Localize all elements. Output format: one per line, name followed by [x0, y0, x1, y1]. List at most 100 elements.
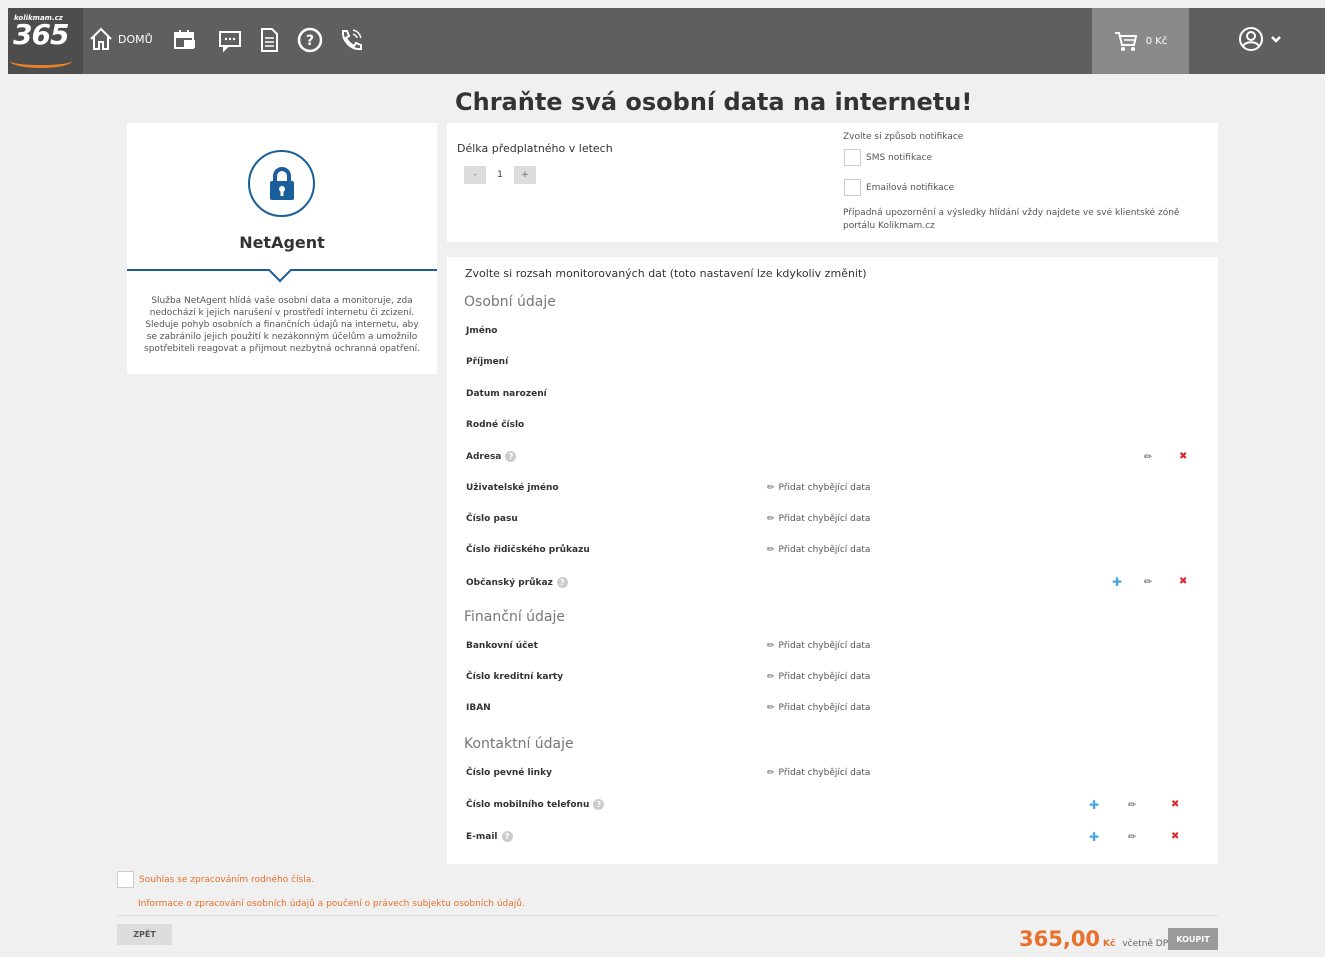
add-missing-label: Přidat chybějící data — [778, 768, 871, 778]
delete-icon[interactable]: ✖ — [1179, 451, 1187, 462]
pencil-add-icon: ✏ — [767, 672, 775, 682]
sms-label: SMS notifikace — [866, 152, 933, 163]
row-datum: Datum narození — [466, 389, 547, 399]
section-contact: Kontaktní údaje — [464, 736, 574, 752]
years-stepper: - 1 + — [464, 166, 536, 184]
price: 365,00 Kč včetně DPH — [1019, 927, 1175, 951]
pencil-add-icon: ✏ — [767, 768, 775, 778]
years-value[interactable]: 1 — [486, 166, 514, 184]
row-jmeno-label: Jméno — [466, 326, 498, 336]
calendar-icon[interactable] — [171, 26, 199, 54]
add-missing-link[interactable]: ✏ Přidat chybějící data — [767, 768, 870, 778]
logo[interactable]: kolikmam.cz 365 — [8, 8, 83, 74]
top-navigation-bar: kolikmam.cz 365 DOMŮ ? 0 Kč — [8, 8, 1325, 74]
help-icon[interactable]: ? — [501, 831, 513, 842]
help-icon[interactable]: ? — [593, 799, 605, 810]
row-adresa: Adresa? — [466, 451, 517, 462]
row-mobil-label: Číslo mobilního telefonu — [466, 799, 590, 810]
delete-icon[interactable]: ✖ — [1171, 831, 1179, 842]
footer-divider — [117, 915, 1218, 916]
chat-icon[interactable] — [216, 26, 244, 54]
scope-label: Zvolte si rozsah monitorovaných dat (tot… — [465, 267, 867, 280]
add-missing-label: Přidat chybějící data — [778, 703, 871, 713]
increment-button[interactable]: + — [514, 166, 536, 184]
help-icon[interactable]: ? — [296, 26, 324, 54]
sms-checkbox[interactable] — [844, 149, 861, 166]
add-missing-link[interactable]: ✏ Přidat chybějící data — [767, 672, 870, 682]
divider-caret — [268, 259, 292, 283]
cart-button[interactable]: 0 Kč — [1092, 8, 1189, 74]
monitored-data-card: Zvolte si rozsah monitorovaných dat (tot… — [447, 257, 1218, 864]
edit-icon[interactable]: ✏ — [1128, 800, 1136, 811]
add-missing-link[interactable]: ✏ Přidat chybějící data — [767, 703, 870, 713]
row-uziv: Uživatelské jméno — [466, 483, 559, 493]
product-description: Služba NetAgent hlídá vaše osobní data a… — [144, 296, 420, 354]
back-button[interactable]: ZPĚT — [117, 924, 172, 945]
add-missing-link[interactable]: ✏ Přidat chybějící data — [767, 641, 870, 651]
chevron-down-icon — [1271, 36, 1281, 43]
row-pas-label: Číslo pasu — [466, 514, 518, 524]
row-karta-label: Číslo kreditní karty — [466, 672, 564, 682]
edit-icon[interactable]: ✏ — [1144, 452, 1152, 463]
row-uziv-label: Uživatelské jméno — [466, 483, 559, 493]
svg-text:?: ? — [306, 33, 314, 49]
pencil-add-icon: ✏ — [767, 514, 775, 524]
add-missing-link[interactable]: ✏ Přidat chybějící data — [767, 545, 870, 555]
document-icon[interactable] — [255, 26, 283, 54]
home-icon — [90, 27, 112, 50]
phone-icon[interactable] — [337, 26, 365, 54]
lock-icon — [269, 166, 294, 200]
product-name: NetAgent — [239, 233, 325, 252]
delete-icon[interactable]: ✖ — [1179, 576, 1187, 587]
row-iban-label: IBAN — [466, 703, 491, 713]
consent-checkbox[interactable] — [117, 871, 134, 888]
pencil-add-icon: ✏ — [767, 703, 775, 713]
row-adresa-label: Adresa — [466, 451, 502, 462]
add-missing-link[interactable]: ✏ Přidat chybějící data — [767, 483, 870, 493]
row-rodne-label: Rodné číslo — [466, 420, 525, 430]
row-ridic-label: Číslo řidičského průkazu — [466, 545, 590, 555]
pencil-add-icon: ✏ — [767, 545, 775, 555]
lock-badge — [248, 150, 315, 217]
logo-number: 365 — [13, 18, 69, 51]
email-label: Emailová notifikace — [866, 182, 955, 193]
pencil-add-icon: ✏ — [767, 483, 775, 493]
row-email: E-mail? — [466, 831, 513, 842]
edit-icon[interactable]: ✏ — [1128, 832, 1136, 843]
decrement-button[interactable]: - — [464, 166, 486, 184]
user-menu[interactable] — [1238, 26, 1282, 52]
sms-notification-option[interactable]: SMS notifikace — [844, 149, 932, 166]
nav-home[interactable]: DOMŮ — [88, 26, 153, 52]
add-icon[interactable]: ✚ — [1089, 798, 1099, 812]
consent-option[interactable]: Souhlas se zpracováním rodného čísla. — [117, 871, 314, 888]
row-pevna: Číslo pevné linky — [466, 768, 552, 778]
price-currency: Kč — [1103, 939, 1116, 949]
notification-label: Zvolte si způsob notifikace — [843, 132, 964, 142]
row-banka: Bankovní účet — [466, 641, 538, 651]
buy-button[interactable]: KOUPIT — [1168, 928, 1218, 950]
section-personal: Osobní údaje — [464, 294, 556, 310]
row-mobil: Číslo mobilního telefonu? — [466, 799, 605, 810]
user-icon — [1239, 27, 1263, 51]
help-icon[interactable]: ? — [556, 577, 568, 588]
add-icon[interactable]: ✚ — [1089, 830, 1099, 844]
help-icon[interactable]: ? — [505, 451, 517, 462]
privacy-info-link[interactable]: Informace o zpracování osobních údajů a … — [138, 899, 525, 909]
row-jmeno: Jméno — [466, 326, 497, 336]
add-icon[interactable]: ✚ — [1112, 575, 1122, 589]
delete-icon[interactable]: ✖ — [1171, 799, 1179, 810]
row-rodne: Rodné číslo — [466, 420, 524, 430]
email-notification-option[interactable]: Emailová notifikace — [844, 179, 954, 196]
logo-swoosh — [10, 54, 72, 68]
cart-icon — [1114, 32, 1137, 51]
row-prijmeni: Příjmení — [466, 357, 508, 367]
add-missing-label: Přidat chybějící data — [778, 672, 871, 682]
row-banka-label: Bankovní účet — [466, 641, 538, 651]
add-missing-label: Přidat chybějící data — [778, 483, 871, 493]
subscription-length-label: Délka předplatného v letech — [457, 142, 613, 155]
row-pevna-label: Číslo pevné linky — [466, 768, 552, 778]
edit-icon[interactable]: ✏ — [1144, 577, 1152, 588]
add-missing-link[interactable]: ✏ Přidat chybějící data — [767, 514, 870, 524]
row-datum-label: Datum narození — [466, 389, 547, 399]
email-checkbox[interactable] — [844, 179, 861, 196]
